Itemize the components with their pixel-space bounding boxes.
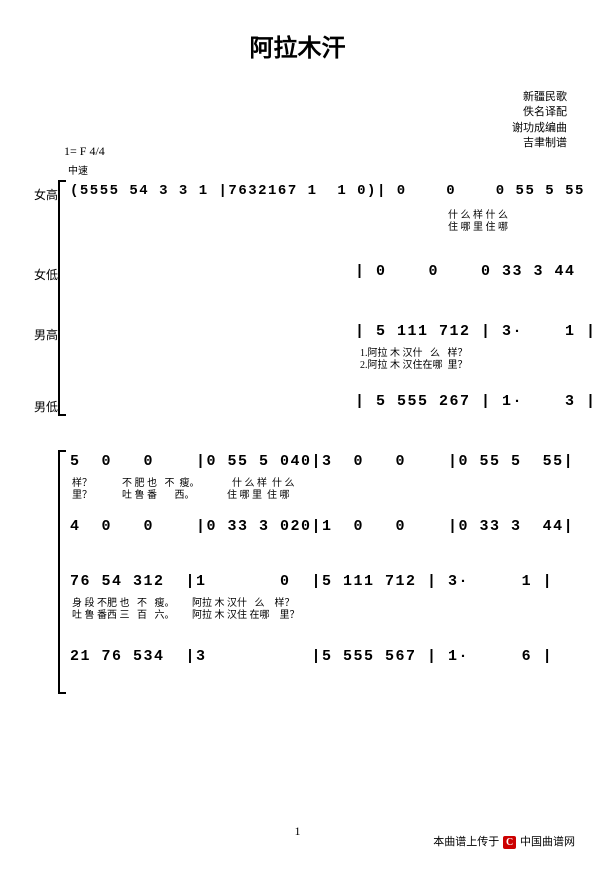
credit-line: 谢功成编曲 [512,121,567,136]
lyrics: 住 哪 里 住 哪 [448,218,508,233]
notation-line: 76 54 312 |1 0 |5 111 712 | 3· 1 | [70,573,553,590]
staff-bracket [58,450,66,694]
credit-line: 吉聿制谱 [512,136,567,151]
notation-line: 5 0 0 |0 55 5 040|3 0 0 |0 55 5 55| [70,453,574,470]
logo-icon: C [503,836,516,849]
notation-tenor: | 5 111 712 | 3· 1 | [355,323,595,340]
staff-bracket [58,180,66,416]
part-alto: 女低 [34,266,58,283]
lyrics: 里？ 吐 鲁 番 西。 住 哪 里 住 哪 [72,486,290,501]
lyrics: 2.阿拉 木 汉住在哪 里？ [360,356,468,371]
part-tenor: 男高 [34,326,58,343]
notation-line: 21 76 534 |3 |5 555 567 | 1· 6 | [70,648,553,665]
title: 阿拉木汗 [0,28,595,63]
footer: 本曲谱上传于 C 中国曲谱网 [433,833,575,849]
part-soprano: 女高 [34,186,58,203]
notation-bass: | 5 555 267 | 1· 3 | [355,393,595,410]
tempo-mark: 中速 [68,162,88,177]
notation-alto: | 0 0 0 33 3 44 [355,263,576,280]
key-signature: 1= F 4/4 [64,144,105,159]
footer-text: 本曲谱上传于 [433,836,499,848]
credit-line: 新疆民歌 [512,90,567,105]
lyrics: 吐 鲁 番西 三 百 六。 阿拉 木 汉住 在哪 里？ [72,606,300,621]
credit-line: 佚名译配 [512,105,567,120]
notation-line: 4 0 0 |0 33 3 020|1 0 0 |0 33 3 44| [70,518,574,535]
part-bass: 男低 [34,398,58,415]
footer-brand: 中国曲谱网 [520,836,575,848]
credits-block: 新疆民歌 佚名译配 谢功成编曲 吉聿制谱 [512,90,567,152]
notation-soprano: (5555 54 3 3 1 |7632167 1 1 0)| 0 0 0 55… [70,183,585,199]
